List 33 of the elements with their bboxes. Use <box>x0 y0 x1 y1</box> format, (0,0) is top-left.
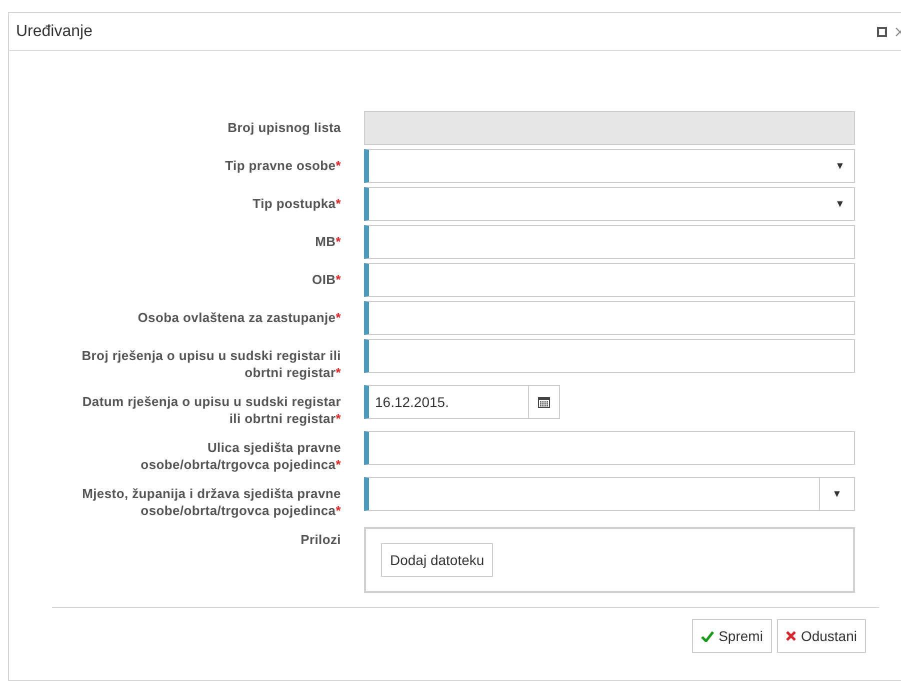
input-field[interactable] <box>364 111 855 145</box>
field-label: Broj rješenja o upisu u sudski registar ili obrtni registar* <box>80 347 341 381</box>
field-label: Datum rješenja o upisu u sudski registar ili obrtni registar* <box>81 393 341 427</box>
input-field[interactable] <box>364 225 855 259</box>
save-button[interactable]: Spremi <box>692 619 772 653</box>
field-label: Prilozi <box>300 531 341 549</box>
input-field[interactable] <box>364 339 855 373</box>
field-label: Tip postupka* <box>252 195 341 213</box>
field-label: Tip pravne osobe* <box>224 157 341 175</box>
cancel-button[interactable]: Odustani <box>776 619 866 653</box>
add-file-button[interactable]: Dodaj datoteku <box>381 543 494 577</box>
field-label: MB* <box>314 233 341 251</box>
dropdown[interactable]: ▼ <box>364 187 855 221</box>
input-field[interactable] <box>364 263 855 297</box>
close-icon[interactable] <box>895 26 901 36</box>
dropdown-arrow: ▼ <box>834 198 846 212</box>
maximize-icon[interactable] <box>877 26 887 36</box>
field-label: Broj upisnog lista <box>226 119 341 137</box>
input-field[interactable] <box>364 301 855 335</box>
field-label: OIB* <box>311 271 341 289</box>
field-label: Ulica sjedišta pravne osobe/obrta/trgovca pojedinca* <box>140 439 341 473</box>
field-label: Mjesto, županija i država sjedišta pravne osobe/obrta/trgovca pojedinca* <box>81 485 341 519</box>
dropdown[interactable]: ▼ <box>364 149 855 183</box>
check-icon <box>700 630 714 642</box>
calendar-button[interactable] <box>529 385 560 419</box>
calendar-icon <box>538 396 550 408</box>
combo-box[interactable]: ▼ <box>364 477 855 511</box>
window-title: Uređivanje <box>16 22 94 40</box>
close-icon <box>786 631 796 641</box>
input-field[interactable] <box>364 431 855 465</box>
dropdown-arrow: ▼ <box>834 160 846 174</box>
field-label: Osoba ovlaštena za zastupanje* <box>136 309 341 327</box>
date-field[interactable]: 16.12.2015. <box>364 385 529 419</box>
